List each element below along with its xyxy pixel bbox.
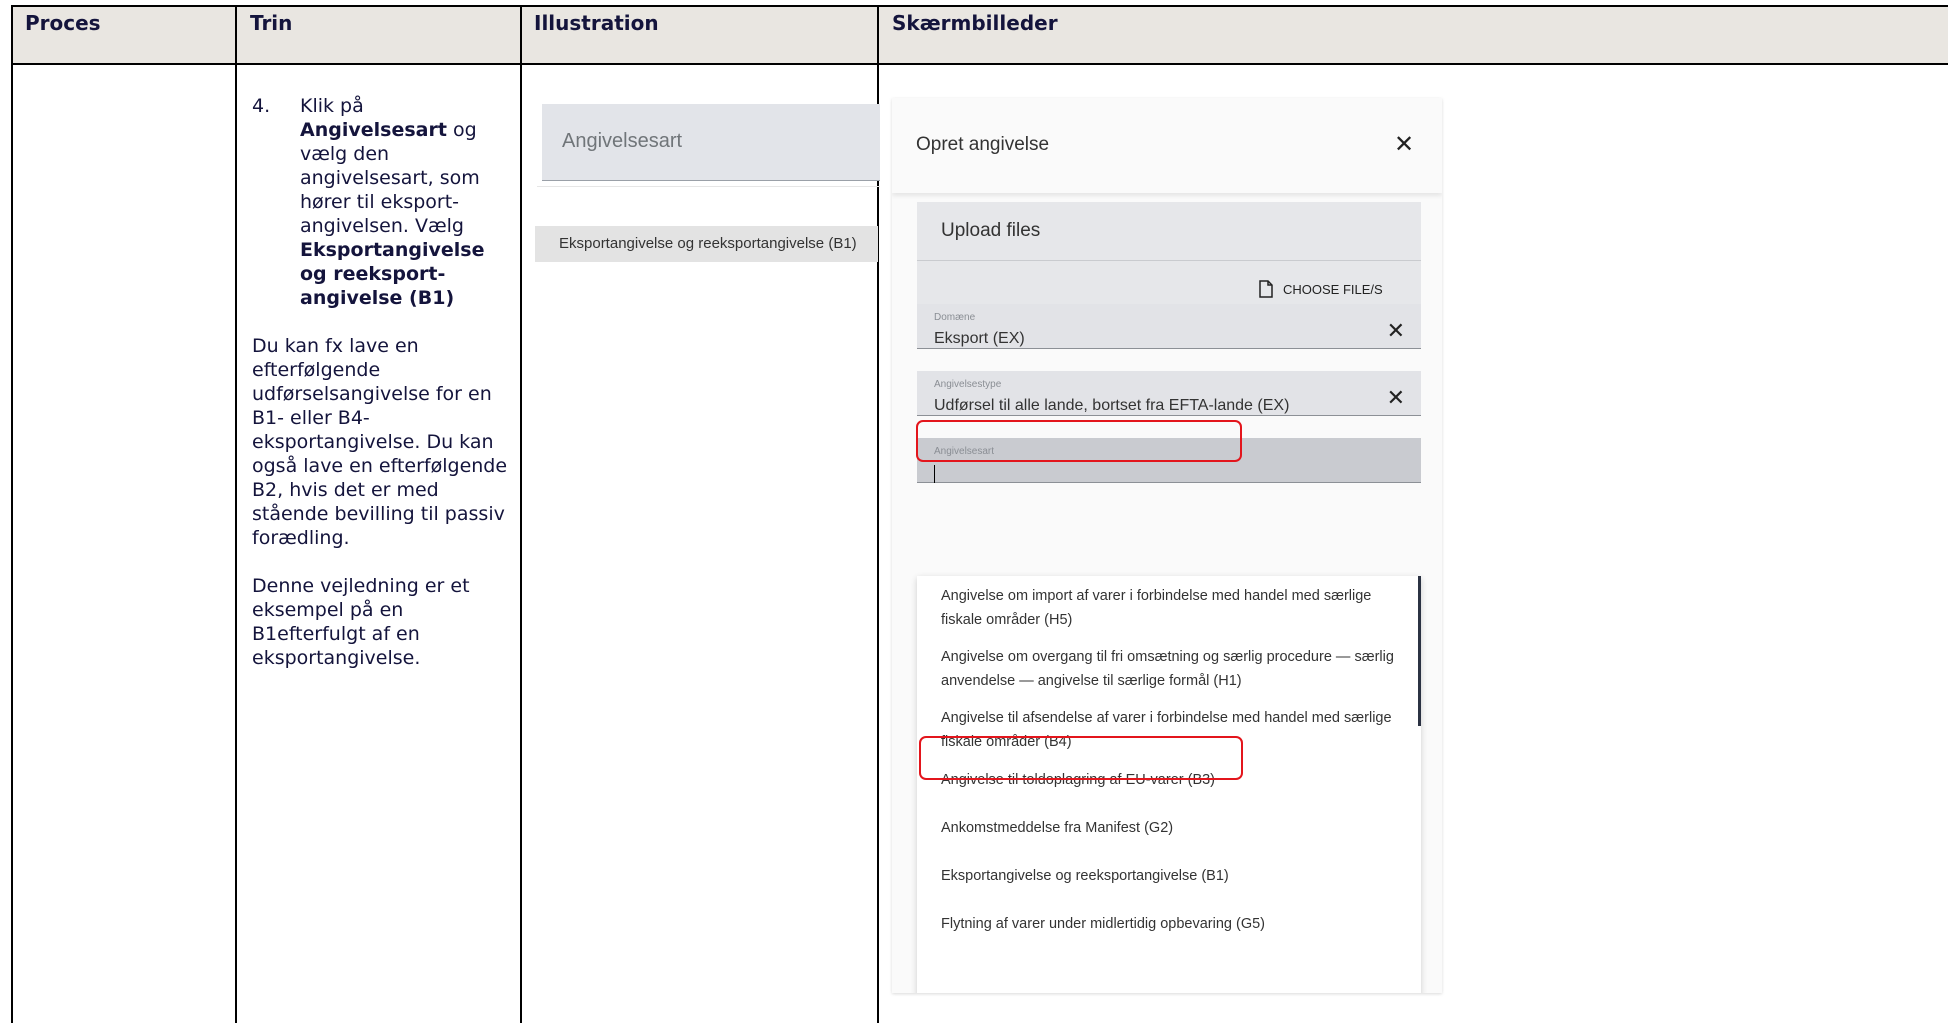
table-top-border — [11, 5, 1948, 7]
file-icon — [1259, 280, 1273, 298]
upload-title: Upload files — [941, 220, 1041, 241]
step-note-1: Du kan fx lave en efterfølgende udførsel… — [252, 335, 508, 549]
header-illustration: Illustration — [534, 11, 659, 35]
dropdown-option-b1[interactable]: Eksportangivelse og reeksportangivelse (… — [941, 864, 1401, 888]
illustration-option-label: Eksportangivelse og reeksportangivelse (… — [559, 235, 857, 252]
clear-angivelsestype-icon[interactable]: ✕ — [1387, 385, 1405, 411]
step-instructions: 4. Klik på Angivelsesart og vælg den ang… — [252, 94, 510, 670]
domaene-field[interactable]: Domæne Eksport (EX) ✕ — [917, 304, 1421, 349]
step-number: 4. — [252, 95, 271, 117]
highlight-angivelsesart — [916, 420, 1242, 462]
choose-files-button[interactable]: CHOOSE FILE/S — [1259, 280, 1383, 298]
header-bottom-border — [11, 63, 1948, 65]
opret-angivelse-dialog: Opret angivelse ✕ Upload files CHOOSE FI… — [892, 98, 1442, 993]
step-bold-1: Angivelsesart — [300, 119, 447, 141]
col-border-left — [11, 5, 13, 1023]
col-border-1 — [235, 5, 237, 1023]
col-border-2 — [520, 5, 522, 1023]
header-proces: Proces — [25, 11, 101, 35]
domaene-value: Eksport (EX) — [934, 330, 1025, 347]
dropdown-option-g2[interactable]: Ankomstmeddelse fra Manifest (G2) — [941, 816, 1401, 840]
illustration-field-label: Angivelsesart — [562, 130, 683, 152]
angivelsestype-field[interactable]: Angivelsestype Udførsel til alle lande, … — [917, 371, 1421, 416]
illustration-divider — [537, 186, 880, 187]
text-caret — [934, 465, 935, 483]
illustration-angivelsesart-field: Angivelsesart — [542, 104, 880, 181]
step-bold-2: Eksportangivelse og reeksport-angivelse … — [300, 239, 485, 309]
domaene-label: Domæne — [934, 312, 976, 323]
upload-divider — [917, 260, 1421, 261]
clear-domaene-icon[interactable]: ✕ — [1387, 318, 1405, 344]
dialog-title: Opret angivelse — [916, 134, 1050, 155]
close-icon[interactable]: ✕ — [1394, 130, 1414, 159]
angivelsestype-value: Udførsel til alle lande, bortset fra EFT… — [934, 397, 1290, 414]
choose-files-label: CHOOSE FILE/S — [1283, 281, 1383, 297]
step-intro-1: Klik på — [300, 95, 364, 117]
dialog-header: Opret angivelse ✕ — [892, 98, 1442, 193]
step-note-2: Denne vejledning er et eksempel på en B1… — [252, 575, 470, 669]
dropdown-option-h1[interactable]: Angivelse om overgang til fri omsætning … — [941, 645, 1401, 693]
header-trin: Trin — [250, 11, 293, 35]
illustration-option-b1: Eksportangivelse og reeksportangivelse (… — [535, 226, 878, 262]
angivelsesart-dropdown: Angivelse om import af varer i forbindel… — [917, 576, 1421, 993]
dropdown-option-g5[interactable]: Flytning af varer under midlertidig opbe… — [941, 912, 1401, 936]
step-body: Klik på Angivelsesart og vælg den angive… — [300, 94, 510, 310]
dropdown-scrollbar[interactable] — [1418, 576, 1421, 726]
angivelsestype-label: Angivelsestype — [934, 379, 1002, 390]
header-skaermbilleder: Skærmbilleder — [892, 11, 1058, 35]
highlight-option-b1 — [919, 736, 1243, 780]
dropdown-option-h5[interactable]: Angivelse om import af varer i forbindel… — [941, 584, 1401, 632]
